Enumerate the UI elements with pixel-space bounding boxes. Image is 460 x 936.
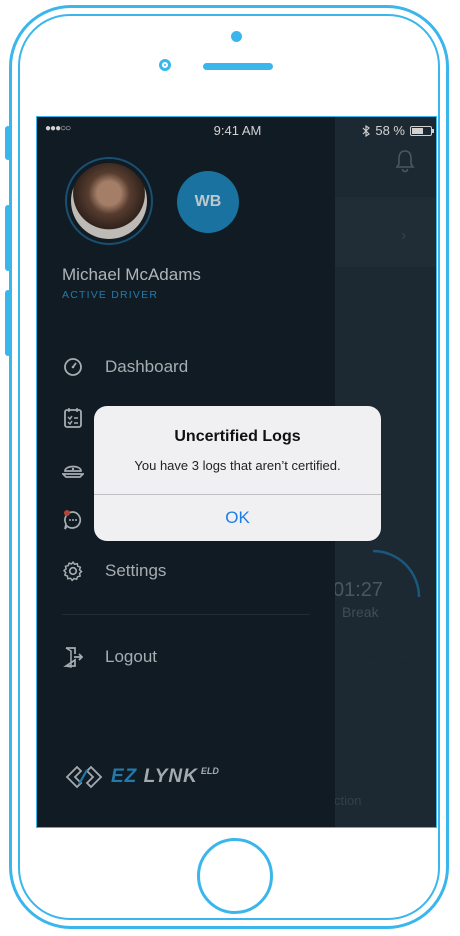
camera-dot	[231, 31, 242, 42]
volume-up-button	[5, 205, 11, 271]
home-button[interactable]	[197, 838, 273, 914]
alert-title: Uncertified Logs	[174, 428, 301, 445]
earpiece-speaker	[203, 63, 273, 70]
mute-switch	[5, 126, 11, 160]
alert-message: You have 3 logs that aren’t certified.	[134, 458, 341, 473]
front-camera-icon	[159, 59, 171, 71]
alert-ok-button[interactable]: OK	[94, 495, 381, 541]
app-screen: › 01:27 Break ction WB Michael McAdams A…	[36, 116, 437, 828]
volume-down-button	[5, 290, 11, 356]
uncertified-logs-alert: Uncertified Logs You have 3 logs that ar…	[94, 406, 381, 541]
